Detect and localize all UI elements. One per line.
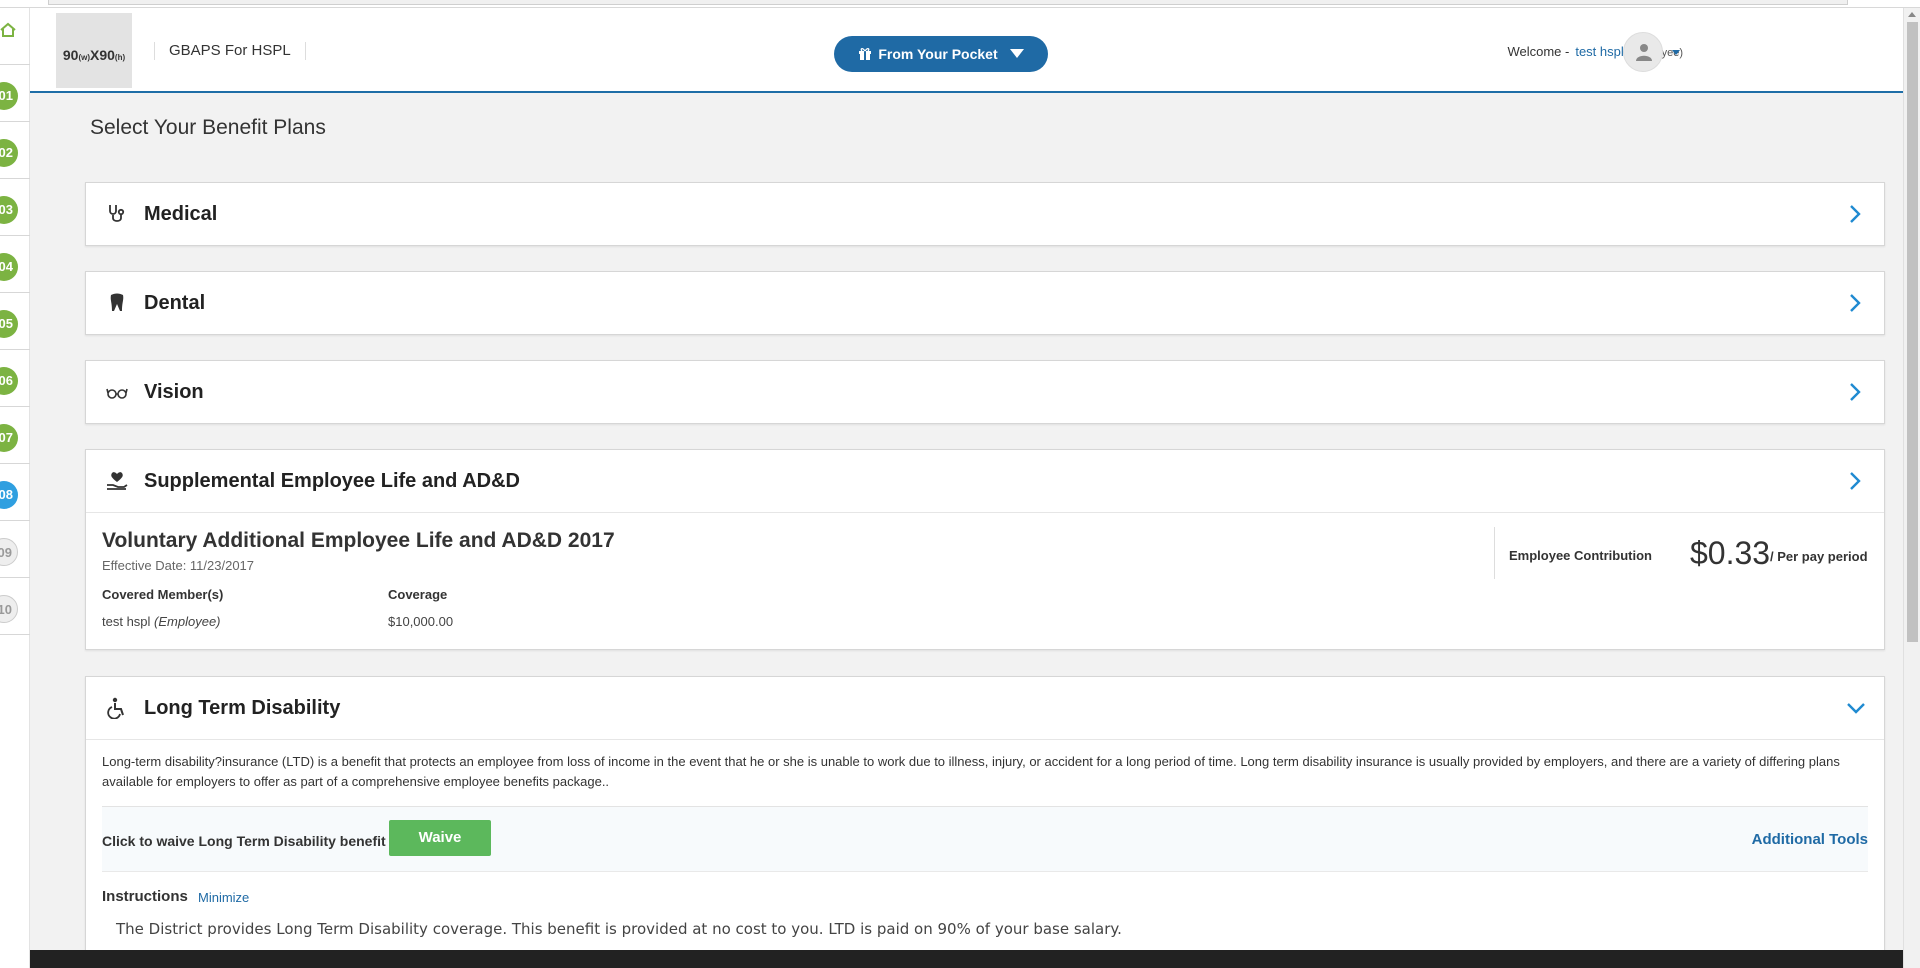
address-bar[interactable]	[48, 0, 1848, 5]
contribution-period: / Per pay period	[1770, 549, 1868, 564]
page-title: Select Your Benefit Plans	[90, 116, 326, 139]
step-1[interactable]: 01	[0, 65, 30, 122]
ltd-description: Long-term disability?insurance (LTD) is …	[86, 739, 1884, 806]
step-9[interactable]: 09	[0, 521, 30, 578]
member-role: (Employee)	[154, 614, 221, 629]
chevron-down-icon[interactable]	[1846, 701, 1866, 715]
waive-row: Click to waive Long Term Disability bene…	[102, 806, 1868, 872]
home-icon	[0, 22, 16, 37]
step-number: 08	[0, 481, 18, 509]
panel-medical[interactable]: Medical	[85, 182, 1885, 246]
logo-size-w: 90	[62, 47, 79, 63]
panel-title: Dental	[144, 292, 206, 314]
logo-h-label: (h)	[114, 53, 126, 62]
contribution-amount: $0.33	[1690, 535, 1771, 571]
chevron-right-icon[interactable]	[1848, 382, 1862, 402]
step-number: 06	[0, 367, 18, 395]
chevron-right-icon[interactable]	[1848, 293, 1862, 313]
tooth-icon	[110, 293, 124, 311]
step-number: 07	[0, 424, 18, 452]
contribution-label: Employee Contribution	[1509, 548, 1652, 563]
logo-w-label: (w)	[78, 53, 90, 62]
step-2[interactable]: 02	[0, 122, 30, 179]
instructions-label: Instructions	[102, 888, 188, 905]
minimize-link[interactable]: Minimize	[198, 890, 249, 905]
panel-title: Vision	[144, 381, 204, 403]
footer-bar	[30, 950, 1903, 968]
member-name: test hspl	[102, 614, 151, 629]
employee-contribution: Employee Contribution $0.33 / Per pay pe…	[1494, 527, 1884, 579]
logo-size-h: X90	[90, 47, 115, 63]
benefit-detail: Voluntary Additional Employee Life and A…	[86, 512, 1884, 649]
panel-supplemental-life[interactable]: Supplemental Employee Life and AD&D Volu…	[85, 449, 1885, 650]
step-3[interactable]: 03	[0, 179, 30, 236]
panel-header[interactable]: Vision	[86, 361, 1884, 423]
effective-date: Effective Date: 11/23/2017	[102, 558, 255, 573]
step-number: 05	[0, 310, 18, 338]
glasses-icon	[106, 388, 128, 399]
browser-top-strip	[0, 0, 1920, 8]
caret-down-icon	[1009, 49, 1024, 58]
plan-name: Voluntary Additional Employee Life and A…	[102, 529, 615, 552]
step-4[interactable]: 04	[0, 236, 30, 293]
chevron-right-icon[interactable]	[1848, 471, 1862, 491]
from-your-pocket-button[interactable]: From Your Pocket	[834, 36, 1048, 72]
step-number: 09	[0, 538, 18, 566]
step-7[interactable]: 07	[0, 407, 30, 464]
chevron-right-icon[interactable]	[1848, 204, 1862, 224]
panel-header[interactable]: Supplemental Employee Life and AD&D	[86, 450, 1884, 512]
covered-members-header: Covered Member(s)	[102, 587, 224, 602]
waive-label: Click to waive Long Term Disability bene…	[102, 833, 386, 849]
user-name-link[interactable]: test hspl	[1575, 44, 1623, 59]
panel-title: Medical	[144, 203, 218, 225]
stethoscope-icon	[109, 205, 125, 222]
panel-vision[interactable]: Vision	[85, 360, 1885, 424]
step-6[interactable]: 06	[0, 350, 30, 407]
wheelchair-icon	[107, 697, 124, 719]
instructions-text: The District provides Long Term Disabili…	[116, 920, 1122, 938]
org-name: GBAPS For HSPL	[154, 42, 306, 60]
scrollbar-thumb[interactable]	[1907, 22, 1918, 642]
step-number: 02	[0, 139, 18, 167]
step-sidebar: 01 02 03 04 05 06 07 08 09 10	[0, 8, 30, 968]
instructions-header: Instructions Minimize	[102, 872, 1868, 912]
step-5[interactable]: 05	[0, 293, 30, 350]
gift-icon	[859, 48, 872, 60]
user-menu-caret-icon[interactable]	[1672, 50, 1680, 55]
avatar[interactable]	[1623, 32, 1663, 72]
panel-header[interactable]: Dental	[86, 272, 1884, 334]
step-number: 03	[0, 196, 18, 224]
step-8[interactable]: 08	[0, 464, 30, 521]
additional-tools-link[interactable]: Additional Tools	[1752, 831, 1868, 848]
panel-title: Supplemental Employee Life and AD&D	[144, 470, 520, 492]
panel-dental[interactable]: Dental	[85, 271, 1885, 335]
welcome-label: Welcome -	[1507, 44, 1570, 59]
step-number: 10	[0, 595, 18, 623]
waive-button[interactable]: Waive	[389, 820, 491, 856]
user-icon	[1636, 44, 1652, 61]
panel-header[interactable]: Long Term Disability	[86, 677, 1884, 739]
panel-long-term-disability[interactable]: Long Term Disability Long-term disabilit…	[85, 676, 1885, 950]
covered-member: test hspl (Employee)	[102, 614, 221, 629]
heart-hand-icon	[107, 472, 128, 490]
app-main: 90(w)X90(h) GBAPS For HSPL From Your Poc…	[30, 8, 1903, 950]
coverage-header: Coverage	[388, 587, 448, 602]
pocket-label: From Your Pocket	[878, 46, 998, 62]
step-number: 01	[0, 82, 18, 110]
scroll-up-icon[interactable]	[1908, 12, 1916, 17]
step-10[interactable]: 10	[0, 578, 30, 635]
panel-title: Long Term Disability	[144, 697, 341, 719]
coverage-amount: $10,000.00	[388, 614, 454, 629]
logo-placeholder: 90(w)X90(h)	[56, 13, 132, 88]
panel-header[interactable]: Medical	[86, 183, 1884, 245]
step-number: 04	[0, 253, 18, 281]
scrollbar[interactable]	[1903, 8, 1920, 968]
step-home[interactable]	[0, 8, 30, 65]
